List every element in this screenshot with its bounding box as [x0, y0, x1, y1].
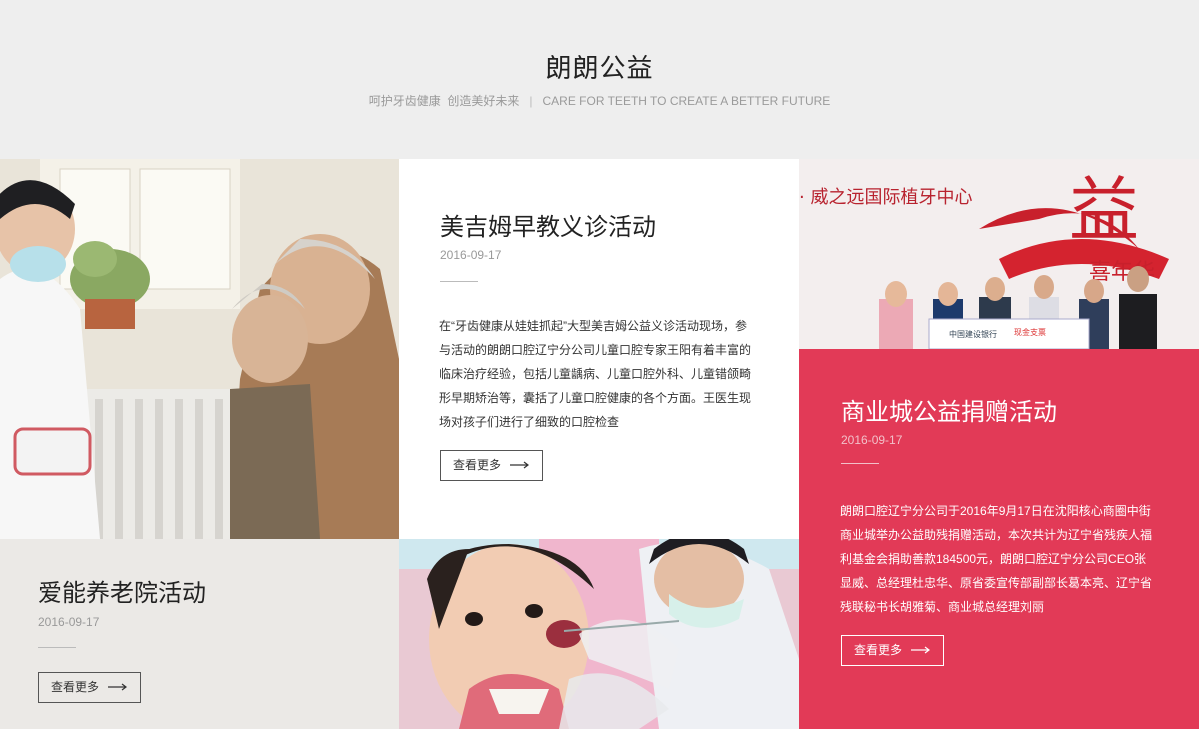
activity-date: 2016-09-17 — [841, 433, 903, 447]
view-more-label: 查看更多 — [854, 643, 903, 657]
activity-card-mall-donation: 商业城公益捐赠活动 2016-09-17 朗朗口腔辽宁分公司于2016年9月17… — [799, 349, 1199, 729]
view-more-label: 查看更多 — [453, 458, 502, 472]
subtitle-en: CARE FOR TEETH TO CREATE A BETTER FUTURE — [542, 94, 831, 108]
activity-title[interactable]: 爱能养老院活动 — [38, 573, 206, 608]
photo-elderly-visit — [0, 159, 399, 539]
page-title: 朗朗公益 — [545, 53, 654, 83]
divider — [440, 281, 478, 282]
activity-date: 2016-09-17 — [440, 248, 502, 262]
subtitle-cn: 呵护牙齿健康 创造美好未来 — [368, 94, 520, 108]
activity-description: 在“牙齿健康从娃娃抓起”大型美吉姆公益义诊活动现场，参与活动的朗朗口腔辽宁分公司… — [439, 319, 752, 429]
view-more-button[interactable]: 查看更多 — [38, 672, 142, 703]
activity-date: 2016-09-17 — [38, 615, 100, 629]
board-text: 中国建设银行 — [949, 329, 997, 339]
photo-donation-ceremony: · 威之远国际植牙中心 益 喜年华 中国建设银行 现金支票 — [799, 159, 1199, 349]
section-header: 朗朗公益 呵护牙齿健康 创造美好未来 | CARE FOR TEETH TO CRE… — [0, 0, 1199, 159]
subtitle-separator: | — [529, 94, 533, 108]
divider — [841, 463, 879, 464]
divider — [38, 647, 76, 648]
banner-text: · 威之远国际植牙中心 — [799, 187, 972, 208]
view-more-label: 查看更多 — [51, 680, 100, 694]
view-more-button[interactable]: 查看更多 — [440, 450, 544, 481]
activity-card-nursing-home: 爱能养老院活动 2016-09-17 查看更多 — [0, 539, 399, 729]
activity-title[interactable]: 商业城公益捐赠活动 — [841, 392, 1057, 427]
banner-art-text: 益 — [1069, 169, 1139, 251]
arrow-right-icon — [108, 673, 128, 702]
arrow-right-icon — [510, 451, 530, 480]
view-more-button[interactable]: 查看更多 — [841, 635, 945, 666]
photo-child-dental-check — [399, 539, 799, 729]
activity-card-mygym: 美吉姆早教义诊活动 2016-09-17 在“牙齿健康从娃娃抓起”大型美吉姆公益… — [399, 159, 799, 539]
activity-description: 朗朗口腔辽宁分公司于2016年9月17日在沈阳核心商圈中街商业城举办公益助残捐赠… — [840, 504, 1153, 614]
arrow-right-icon — [911, 636, 931, 665]
activity-title[interactable]: 美吉姆早教义诊活动 — [440, 207, 656, 242]
page-subtitle: 呵护牙齿健康 创造美好未来 | CARE FOR TEETH TO CREATE A… — [0, 92, 1199, 109]
board-text-2: 现金支票 — [1014, 327, 1046, 337]
